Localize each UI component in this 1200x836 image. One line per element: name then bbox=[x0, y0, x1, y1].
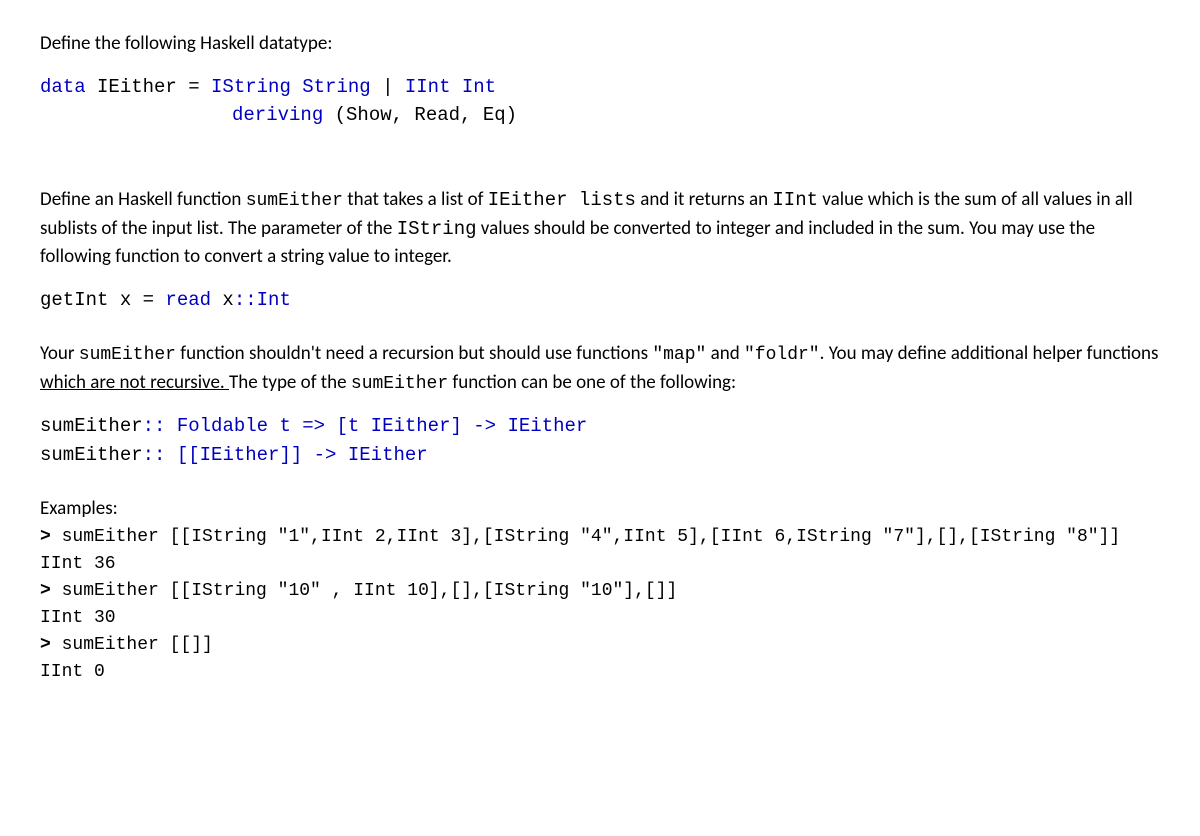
example-2: > sumEither [[IString "10" , IInt 10],[]… bbox=[40, 578, 1160, 632]
signature-1: sumEither:: Foldable t => [t IEither] ->… bbox=[40, 412, 1160, 441]
keyword-data: data bbox=[40, 76, 86, 98]
p2-c: function shouldn't need a recursion but … bbox=[176, 342, 652, 365]
sig2-name: sumEither bbox=[40, 444, 143, 466]
p1-code-ieither-lists: IEither lists bbox=[488, 189, 636, 211]
getint-definition: getInt x = read x::Int bbox=[40, 286, 1160, 315]
example-3-input: > sumEither [[]] bbox=[40, 632, 1160, 659]
example-3-call: sumEither [[]] bbox=[62, 635, 213, 655]
datadef-tycon: IEither = bbox=[86, 76, 211, 98]
p2-g: . You may define additional helper funct… bbox=[820, 342, 1159, 365]
getint-type: ::Int bbox=[234, 289, 291, 311]
datadef-bar: | bbox=[382, 76, 393, 98]
getint-a: getInt x = bbox=[40, 289, 165, 311]
p2-code-sumeither: sumEither bbox=[79, 345, 176, 365]
paragraph-2: Your sumEither function shouldn't need a… bbox=[40, 340, 1160, 398]
datadef-con1: IString String bbox=[211, 76, 382, 98]
p2-e: and bbox=[706, 342, 744, 365]
examples-header: Examples: bbox=[40, 495, 1160, 524]
datatype-definition: data IEither = IString String | IInt Int… bbox=[40, 73, 1160, 130]
keyword-deriving: deriving bbox=[232, 104, 323, 126]
sig1-type: :: Foldable t => [t IEither] -> IEither bbox=[143, 415, 588, 437]
p1-code-sumeither: sumEither bbox=[246, 191, 343, 211]
example-3-result: IInt 0 bbox=[40, 659, 1160, 686]
prompt-gt: > bbox=[40, 635, 62, 655]
p2-i: The type of the bbox=[229, 371, 351, 394]
signature-2: sumEither:: [[IEither]] -> IEither bbox=[40, 441, 1160, 470]
p1-text-a: Define an Haskell function bbox=[40, 188, 246, 211]
prompt-gt: > bbox=[40, 527, 62, 547]
datadef-con2: IInt Int bbox=[393, 76, 496, 98]
paragraph-1: Define an Haskell function sumEither tha… bbox=[40, 186, 1160, 272]
keyword-read: read bbox=[165, 289, 211, 311]
datadef-line1: data IEither = IString String | IInt Int bbox=[40, 73, 1160, 102]
p1-text-c: that takes a list of bbox=[343, 188, 488, 211]
p2-code-sumeither2: sumEither bbox=[351, 374, 448, 394]
example-1-input: > sumEither [[IString "1",IInt 2,IInt 3]… bbox=[40, 524, 1160, 551]
prompt-gt: > bbox=[40, 581, 62, 601]
sig1-name: sumEither bbox=[40, 415, 143, 437]
intro-text: Define the following Haskell datatype: bbox=[40, 32, 332, 55]
example-2-result: IInt 30 bbox=[40, 605, 1160, 632]
p2-k: function can be one of the following: bbox=[448, 371, 736, 394]
example-2-call: sumEither [[IString "10" , IInt 10],[],[… bbox=[62, 581, 678, 601]
p1-code-istring: IString bbox=[397, 218, 477, 240]
example-1-result: IInt 36 bbox=[40, 551, 1160, 578]
p2-code-foldr: "foldr" bbox=[744, 345, 820, 365]
p1-code-iint: IInt bbox=[772, 189, 818, 211]
p2-a: Your bbox=[40, 342, 79, 365]
sig2-type: :: [[IEither]] -> IEither bbox=[143, 444, 428, 466]
getint-c: x bbox=[211, 289, 234, 311]
intro-line: Define the following Haskell datatype: bbox=[40, 30, 1160, 59]
p2-code-map: "map" bbox=[652, 345, 706, 365]
datadef-derlist: (Show, Read, Eq) bbox=[323, 104, 517, 126]
example-1: > sumEither [[IString "1",IInt 2,IInt 3]… bbox=[40, 524, 1160, 578]
datadef-line2: deriving (Show, Read, Eq) bbox=[40, 101, 1160, 130]
p2-underline: which are not recursive. bbox=[40, 371, 229, 394]
example-2-input: > sumEither [[IString "10" , IInt 10],[]… bbox=[40, 578, 1160, 605]
example-3: > sumEither [[]] IInt 0 bbox=[40, 632, 1160, 686]
example-1-call: sumEither [[IString "1",IInt 2,IInt 3],[… bbox=[62, 527, 1121, 547]
p1-text-e: and it returns an bbox=[636, 188, 772, 211]
